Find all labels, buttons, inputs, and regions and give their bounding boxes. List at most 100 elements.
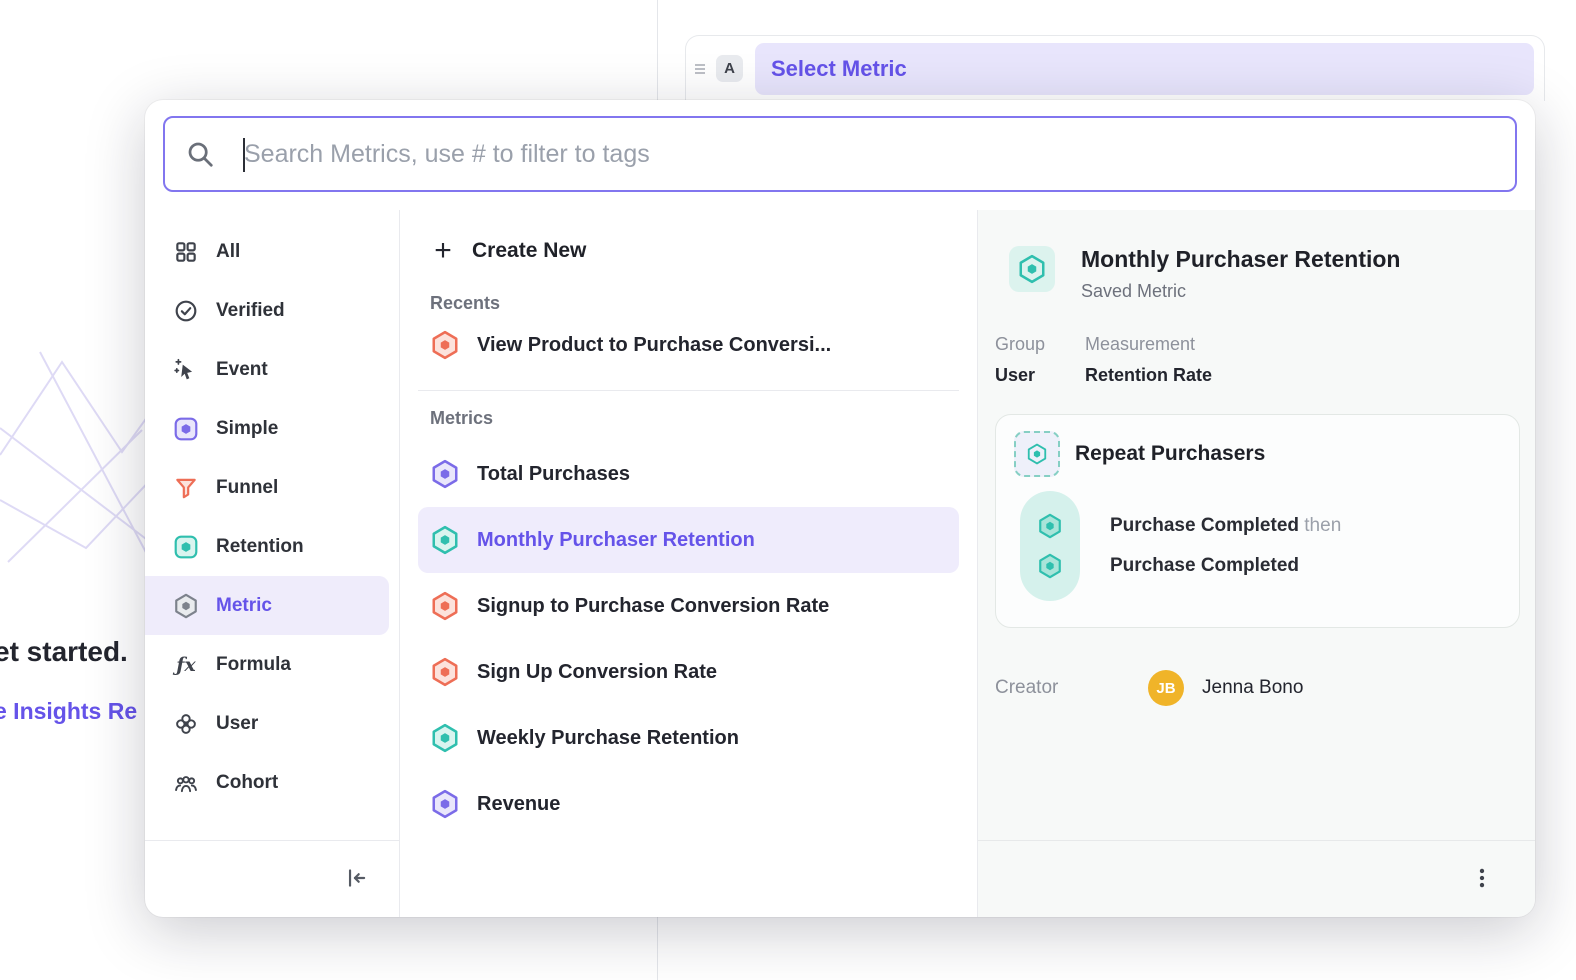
select-metric-button[interactable]: Select Metric bbox=[755, 43, 1534, 95]
creator-row: Creator JB Jenna Bono bbox=[995, 670, 1520, 706]
sidebar-footer bbox=[145, 840, 399, 917]
event-cursor-icon bbox=[173, 357, 199, 383]
creator-name: Jenna Bono bbox=[1202, 677, 1303, 699]
saved-metric-hexagon-icon bbox=[1009, 246, 1055, 292]
sidebar-item-event[interactable]: Event bbox=[145, 340, 399, 399]
sidebar-item-label: User bbox=[216, 713, 258, 735]
grid-icon bbox=[173, 239, 199, 265]
details-subtitle: Saved Metric bbox=[1081, 281, 1400, 302]
collapse-sidebar-button[interactable] bbox=[339, 861, 373, 898]
simple-metric-hexagon-icon bbox=[430, 459, 460, 489]
metric-option-weekly-purchase-retention[interactable]: Weekly Purchase Retention bbox=[418, 705, 959, 771]
collapse-left-icon bbox=[343, 865, 369, 894]
retention-metric-hexagon-icon bbox=[430, 525, 460, 555]
create-new-button[interactable]: + Create New bbox=[418, 226, 959, 276]
funnel-metric-hexagon-icon bbox=[430, 330, 460, 360]
funnel-metric-hexagon-icon bbox=[430, 657, 460, 687]
sidebar-item-label: Event bbox=[216, 359, 268, 381]
simple-metric-hexagon-icon bbox=[430, 789, 460, 819]
verified-badge-icon bbox=[173, 298, 199, 324]
sidebar-item-all[interactable]: All bbox=[145, 222, 399, 281]
metric-option-label: Monthly Purchaser Retention bbox=[477, 529, 755, 552]
step-connector: then bbox=[1304, 515, 1341, 536]
metric-option-label: Signup to Purchase Conversion Rate bbox=[477, 595, 829, 618]
section-divider bbox=[418, 390, 959, 391]
metric-option-label: Total Purchases bbox=[477, 463, 630, 486]
background-report-link[interactable]: e Insights Re bbox=[0, 698, 137, 725]
metric-option-label: Sign Up Conversion Rate bbox=[477, 661, 717, 684]
sidebar-item-verified[interactable]: Verified bbox=[145, 281, 399, 340]
drag-handle-icon[interactable] bbox=[693, 61, 707, 77]
select-metric-bar: A Select Metric bbox=[685, 35, 1545, 101]
simple-hexagon-icon bbox=[173, 416, 199, 442]
search-input[interactable] bbox=[231, 139, 1495, 170]
measurement-label: Measurement bbox=[1085, 334, 1212, 355]
recents-header: Recents bbox=[430, 290, 959, 316]
details-header: Monthly Purchaser Retention Saved Metric bbox=[1009, 246, 1520, 302]
retention-hexagon-icon bbox=[173, 534, 199, 560]
sidebar-item-retention[interactable]: Retention bbox=[145, 517, 399, 576]
create-new-label: Create New bbox=[472, 239, 586, 263]
metric-list: + Create New Recents View Product to Pur… bbox=[400, 210, 978, 917]
metric-option-label: Revenue bbox=[477, 793, 560, 816]
sidebar-item-label: Verified bbox=[216, 300, 285, 322]
plus-icon: + bbox=[430, 238, 456, 264]
metrics-options: Total Purchases Monthly Purchaser Retent… bbox=[418, 441, 959, 837]
details-footer bbox=[978, 840, 1535, 917]
metric-option-monthly-purchaser-retention[interactable]: Monthly Purchaser Retention bbox=[418, 507, 959, 573]
sidebar-item-metric[interactable]: Metric bbox=[145, 576, 389, 635]
search-icon bbox=[185, 139, 215, 169]
step-hexagon-icon bbox=[1037, 553, 1063, 579]
metric-definition-card: Repeat Purchasers bbox=[995, 414, 1520, 628]
metric-details-panel: Monthly Purchaser Retention Saved Metric… bbox=[978, 210, 1535, 917]
metric-option-sign-up-conversion-rate[interactable]: Sign Up Conversion Rate bbox=[418, 639, 959, 705]
sidebar-item-formula[interactable]: ƒx Formula bbox=[145, 635, 399, 694]
creator-label: Creator bbox=[995, 677, 1148, 699]
metric-option-total-purchases[interactable]: Total Purchases bbox=[418, 441, 959, 507]
sidebar-item-label: Formula bbox=[216, 654, 291, 676]
group-label: Group bbox=[995, 334, 1085, 355]
metric-option-signup-to-purchase-conversion-rate[interactable]: Signup to Purchase Conversion Rate bbox=[418, 573, 959, 639]
sidebar-item-label: All bbox=[216, 241, 240, 263]
sidebar-item-label: Funnel bbox=[216, 477, 278, 499]
funnel-icon bbox=[173, 475, 199, 501]
metric-picker-modal: All Verified bbox=[145, 100, 1535, 917]
modal-body: All Verified bbox=[145, 210, 1535, 917]
sidebar-item-cohort[interactable]: Cohort bbox=[145, 753, 399, 812]
category-sidebar: All Verified bbox=[145, 210, 400, 917]
background-heading: et started. bbox=[0, 636, 128, 668]
metric-option-revenue[interactable]: Revenue bbox=[418, 771, 959, 837]
measurement-value: Retention Rate bbox=[1085, 365, 1212, 386]
sidebar-item-label: Metric bbox=[216, 595, 272, 617]
search-box bbox=[163, 116, 1517, 192]
definition-card-title: Repeat Purchasers bbox=[1075, 442, 1265, 466]
series-a-badge: A bbox=[716, 55, 743, 82]
metric-hexagon-icon bbox=[173, 593, 199, 619]
retention-metric-hexagon-icon bbox=[430, 723, 460, 753]
metrics-header: Metrics bbox=[430, 405, 959, 431]
sidebar-item-label: Cohort bbox=[216, 772, 278, 794]
metric-option-label: Weekly Purchase Retention bbox=[477, 727, 739, 750]
screen: et started. e Insights Re A Select Metri… bbox=[0, 0, 1576, 980]
cohort-icon bbox=[173, 770, 199, 796]
metric-option-label: View Product to Purchase Conversi... bbox=[477, 334, 831, 357]
creator-avatar: JB bbox=[1148, 670, 1184, 706]
sidebar-item-user[interactable]: User bbox=[145, 694, 399, 753]
user-flower-icon bbox=[173, 711, 199, 737]
details-title: Monthly Purchaser Retention bbox=[1081, 246, 1400, 272]
sidebar-item-funnel[interactable]: Funnel bbox=[145, 458, 399, 517]
group-value: User bbox=[995, 365, 1085, 386]
kebab-menu-icon bbox=[1469, 865, 1495, 894]
select-metric-label: Select Metric bbox=[771, 56, 907, 82]
retention-steps-pill bbox=[1020, 491, 1080, 601]
sidebar-item-simple[interactable]: Simple bbox=[145, 399, 399, 458]
formula-icon: ƒx bbox=[173, 652, 199, 678]
details-meta: Group User Measurement Retention Rate bbox=[995, 334, 1520, 386]
metric-option-recent[interactable]: View Product to Purchase Conversi... bbox=[418, 316, 959, 374]
text-caret bbox=[243, 138, 245, 172]
step-hexagon-icon bbox=[1037, 513, 1063, 539]
step-one-event: Purchase Completed bbox=[1110, 515, 1299, 536]
retention-steps: Purchase Completed then Purchase Complet… bbox=[1110, 506, 1341, 586]
sidebar-item-label: Simple bbox=[216, 418, 278, 440]
more-options-button[interactable] bbox=[1465, 861, 1499, 898]
